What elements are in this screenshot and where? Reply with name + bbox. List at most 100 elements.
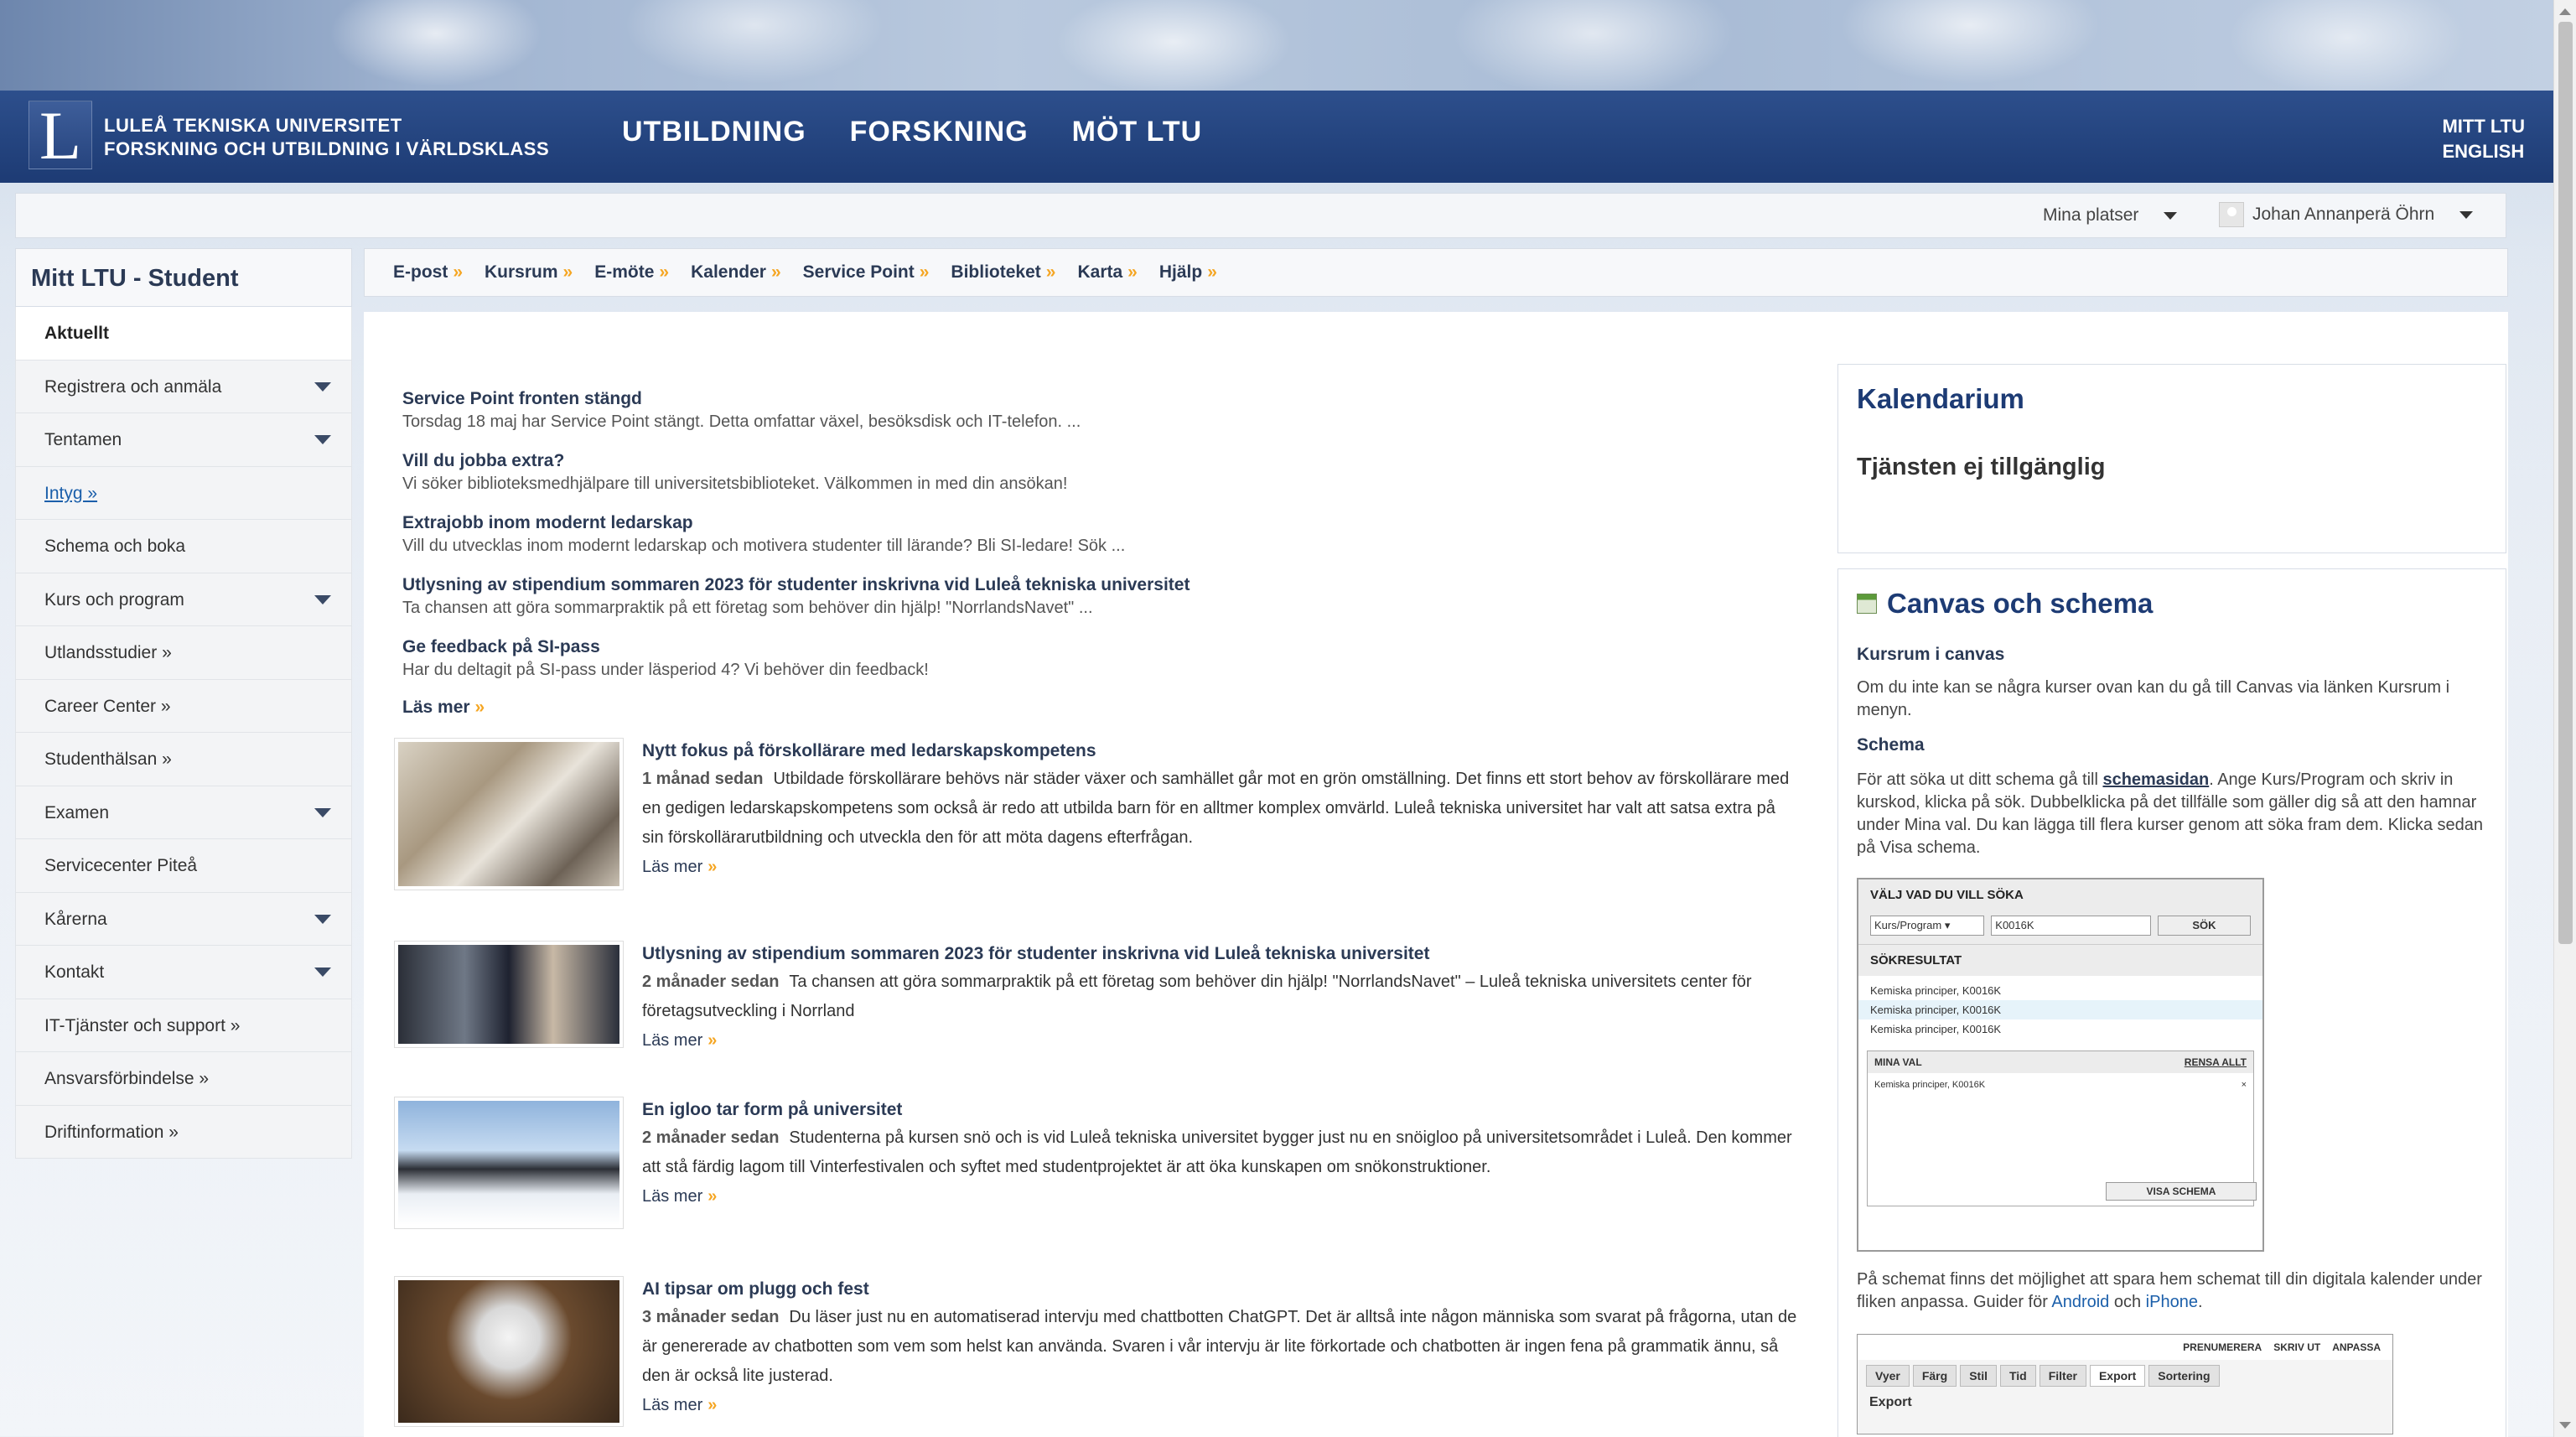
list-item[interactable]: Utlysning av stipendium sommaren 2023 fö… [402,573,1827,619]
article-card: En igloo tar form på universitet 2 månad… [394,1097,1819,1264]
sidebar-item-tentamen[interactable]: Tentamen [15,413,352,467]
shot-result: Kemiska principer, K0016K [1858,1000,2262,1019]
article-title[interactable]: Nytt fokus på förskollärare med ledarska… [642,738,1799,765]
user-menu-dropdown[interactable]: Johan Annanperä Öhrn [2219,202,2474,227]
news-desc: Ta chansen att göra sommarpraktik på ett… [402,599,1093,617]
chevron-down-icon[interactable] [314,914,331,924]
schema-search-screenshot: VÄLJ VAD DU VILL SÖKA Kurs/Program ▾ K00… [1857,878,2264,1252]
shot-chosen: Kemiska principer, K0016K [1874,1080,1986,1090]
shot-tab: Tid [1999,1365,2036,1387]
news-title[interactable]: Utlysning av stipendium sommaren 2023 fö… [402,573,1827,597]
mina-platser-dropdown[interactable]: Mina platser [2043,205,2178,226]
shot-anpassa: ANPASSA [2332,1341,2381,1353]
article-image[interactable] [394,1276,624,1427]
sidebar-item-aktuellt[interactable]: Aktuellt [15,307,352,361]
top-navigation-bar: L LULEÅ TEKNISKA UNIVERSITET FORSKNING O… [0,91,2553,183]
scrollbar-thumb[interactable] [2558,22,2573,944]
read-more-link[interactable]: Läs mer» [642,1391,1799,1420]
read-more-link[interactable]: Läs mer» [642,853,1799,882]
quicklink-kalender[interactable]: Kalender» [691,262,781,283]
article-text: 3 månader sedan Du läser just nu en autom… [642,1308,1797,1385]
quicklink-karta[interactable]: Karta» [1077,262,1137,283]
chevron-down-icon[interactable] [314,594,331,604]
quicklink-epost[interactable]: E-post» [393,262,463,283]
chevron-down-icon [2164,211,2178,220]
quicklink-emote[interactable]: E-möte» [594,262,669,283]
list-item[interactable]: Service Point fronten stängd Torsdag 18 … [402,387,1827,433]
shot-tab: Stil [1960,1365,1997,1387]
quicklink-service-point[interactable]: Service Point» [803,262,930,283]
news-title[interactable]: Ge feedback på SI-pass [402,635,1827,659]
sidebar-item-servicecenter[interactable]: Servicecenter Piteå [15,839,352,893]
chevron-down-icon[interactable] [314,435,331,444]
sidebar: Mitt LTU - Student Aktuellt Registrera o… [15,248,352,1159]
quicklink-hjalp[interactable]: Hjälp» [1159,262,1217,283]
shot-tab: Export [2089,1365,2146,1387]
sidebar-item-career-center[interactable]: Career Center » [15,679,352,733]
sidebar-item-karerna[interactable]: Kårerna [15,892,352,946]
chevron-down-icon[interactable] [314,968,331,977]
list-item[interactable]: Ge feedback på SI-pass Har du deltagit p… [402,635,1827,681]
main-nav: UTBILDNING FORSKNING MÖT LTU [622,116,1202,148]
logo-text[interactable]: LULEÅ TEKNISKA UNIVERSITET FORSKNING OCH… [104,114,549,161]
nav-mot-ltu[interactable]: MÖT LTU [1072,116,1203,148]
news-title[interactable]: Vill du jobba extra? [402,449,1827,473]
news-read-more-link[interactable]: Läs mer» [402,698,1827,718]
english-link[interactable]: ENGLISH [2442,139,2525,164]
shot-select: Kurs/Program ▾ [1870,916,1985,936]
logo-line-2: FORSKNING OCH UTBILDNING I VÄRLDSKLASS [104,138,550,159]
schema-export-screenshot: PRENUMERERA SKRIV UT ANPASSA Vyer Färg S… [1857,1334,2393,1434]
iphone-link[interactable]: iPhone [2146,1293,2198,1311]
shot-result: Kemiska principer, K0016K [1870,984,2002,997]
schema-heading: Schema [1857,735,1925,755]
scroll-down-icon[interactable] [2559,1422,2571,1429]
sidebar-item-driftinformation[interactable]: Driftinformation » [15,1105,352,1159]
schema-text: För att söka ut ditt schema gå till sche… [1857,770,2484,857]
article-image[interactable] [394,738,624,890]
shot-visa: VISA SCHEMA [2106,1182,2257,1201]
mitt-ltu-link[interactable]: MITT LTU [2442,114,2525,139]
kalendarium-title: Kalendarium [1857,383,2024,414]
sidebar-item-ansvarsforbindelse[interactable]: Ansvarsförbindelse » [15,1052,352,1106]
nav-forskning[interactable]: FORSKNING [850,116,1029,148]
quicklink-kursrum[interactable]: Kursrum» [485,262,573,283]
news-title[interactable]: Service Point fronten stängd [402,387,1827,411]
schemasidan-link[interactable]: schemasidan [2102,770,2209,789]
sidebar-item-examen[interactable]: Examen [15,786,352,839]
list-item[interactable]: Extrajobb inom modernt ledarskap Vill du… [402,511,1827,557]
ltu-logo[interactable]: L [29,101,92,170]
chevron-down-icon[interactable] [314,807,331,817]
quicklink-biblioteket[interactable]: Biblioteket» [951,262,1055,283]
sidebar-item-intyg[interactable]: Intyg » [15,466,352,520]
sidebar-item-studenthalsan[interactable]: Studenthälsan » [15,733,352,786]
article-text: 2 månader sedan Ta chansen att göra somma… [642,973,1752,1020]
chevron-down-icon[interactable] [314,381,331,392]
article-title[interactable]: Utlysning av stipendium sommaren 2023 fö… [642,941,1799,968]
scroll-up-icon[interactable] [2559,8,2571,15]
sidebar-item-registrera[interactable]: Registrera och anmäla [15,360,352,413]
shot-tab: Vyer [1866,1365,1910,1387]
read-more-link[interactable]: Läs mer» [642,1182,1799,1211]
mina-platser-label: Mina platser [2043,205,2139,225]
sidebar-item-it-tjanster[interactable]: IT-Tjänster och support » [15,999,352,1052]
article-image[interactable] [394,1097,624,1229]
news-title[interactable]: Extrajobb inom modernt ledarskap [402,511,1827,535]
sidebar-item-schema[interactable]: Schema och boka [15,520,352,573]
kursrum-text: Om du inte kan se några kurser ovan kan … [1857,678,2450,719]
article-title[interactable]: AI tipsar om plugg och fest [642,1276,1799,1303]
sidebar-item-kurs-program[interactable]: Kurs och program [15,573,352,626]
user-bar: Mina platser Johan Annanperä Öhrn [15,193,2506,238]
shot-button: SÖK [2157,916,2251,936]
page-scrollbar[interactable] [2553,0,2576,1437]
article-image[interactable] [394,941,624,1048]
kalendarium-message: Tjänsten ej tillgänglig [1857,454,2106,480]
shot-prenumerera: PRENUMERERA [2183,1341,2262,1353]
android-link[interactable]: Android [2051,1293,2109,1311]
nav-utbildning[interactable]: UTBILDNING [622,116,806,148]
article-title[interactable]: En igloo tar form på universitet [642,1097,1799,1123]
news-list: Service Point fronten stängd Torsdag 18 … [402,387,1827,718]
list-item[interactable]: Vill du jobba extra? Vi söker biblioteks… [402,449,1827,495]
sidebar-item-utlandsstudier[interactable]: Utlandsstudier » [15,626,352,680]
sidebar-item-kontakt[interactable]: Kontakt [15,946,352,999]
read-more-link[interactable]: Läs mer» [642,1026,1799,1056]
